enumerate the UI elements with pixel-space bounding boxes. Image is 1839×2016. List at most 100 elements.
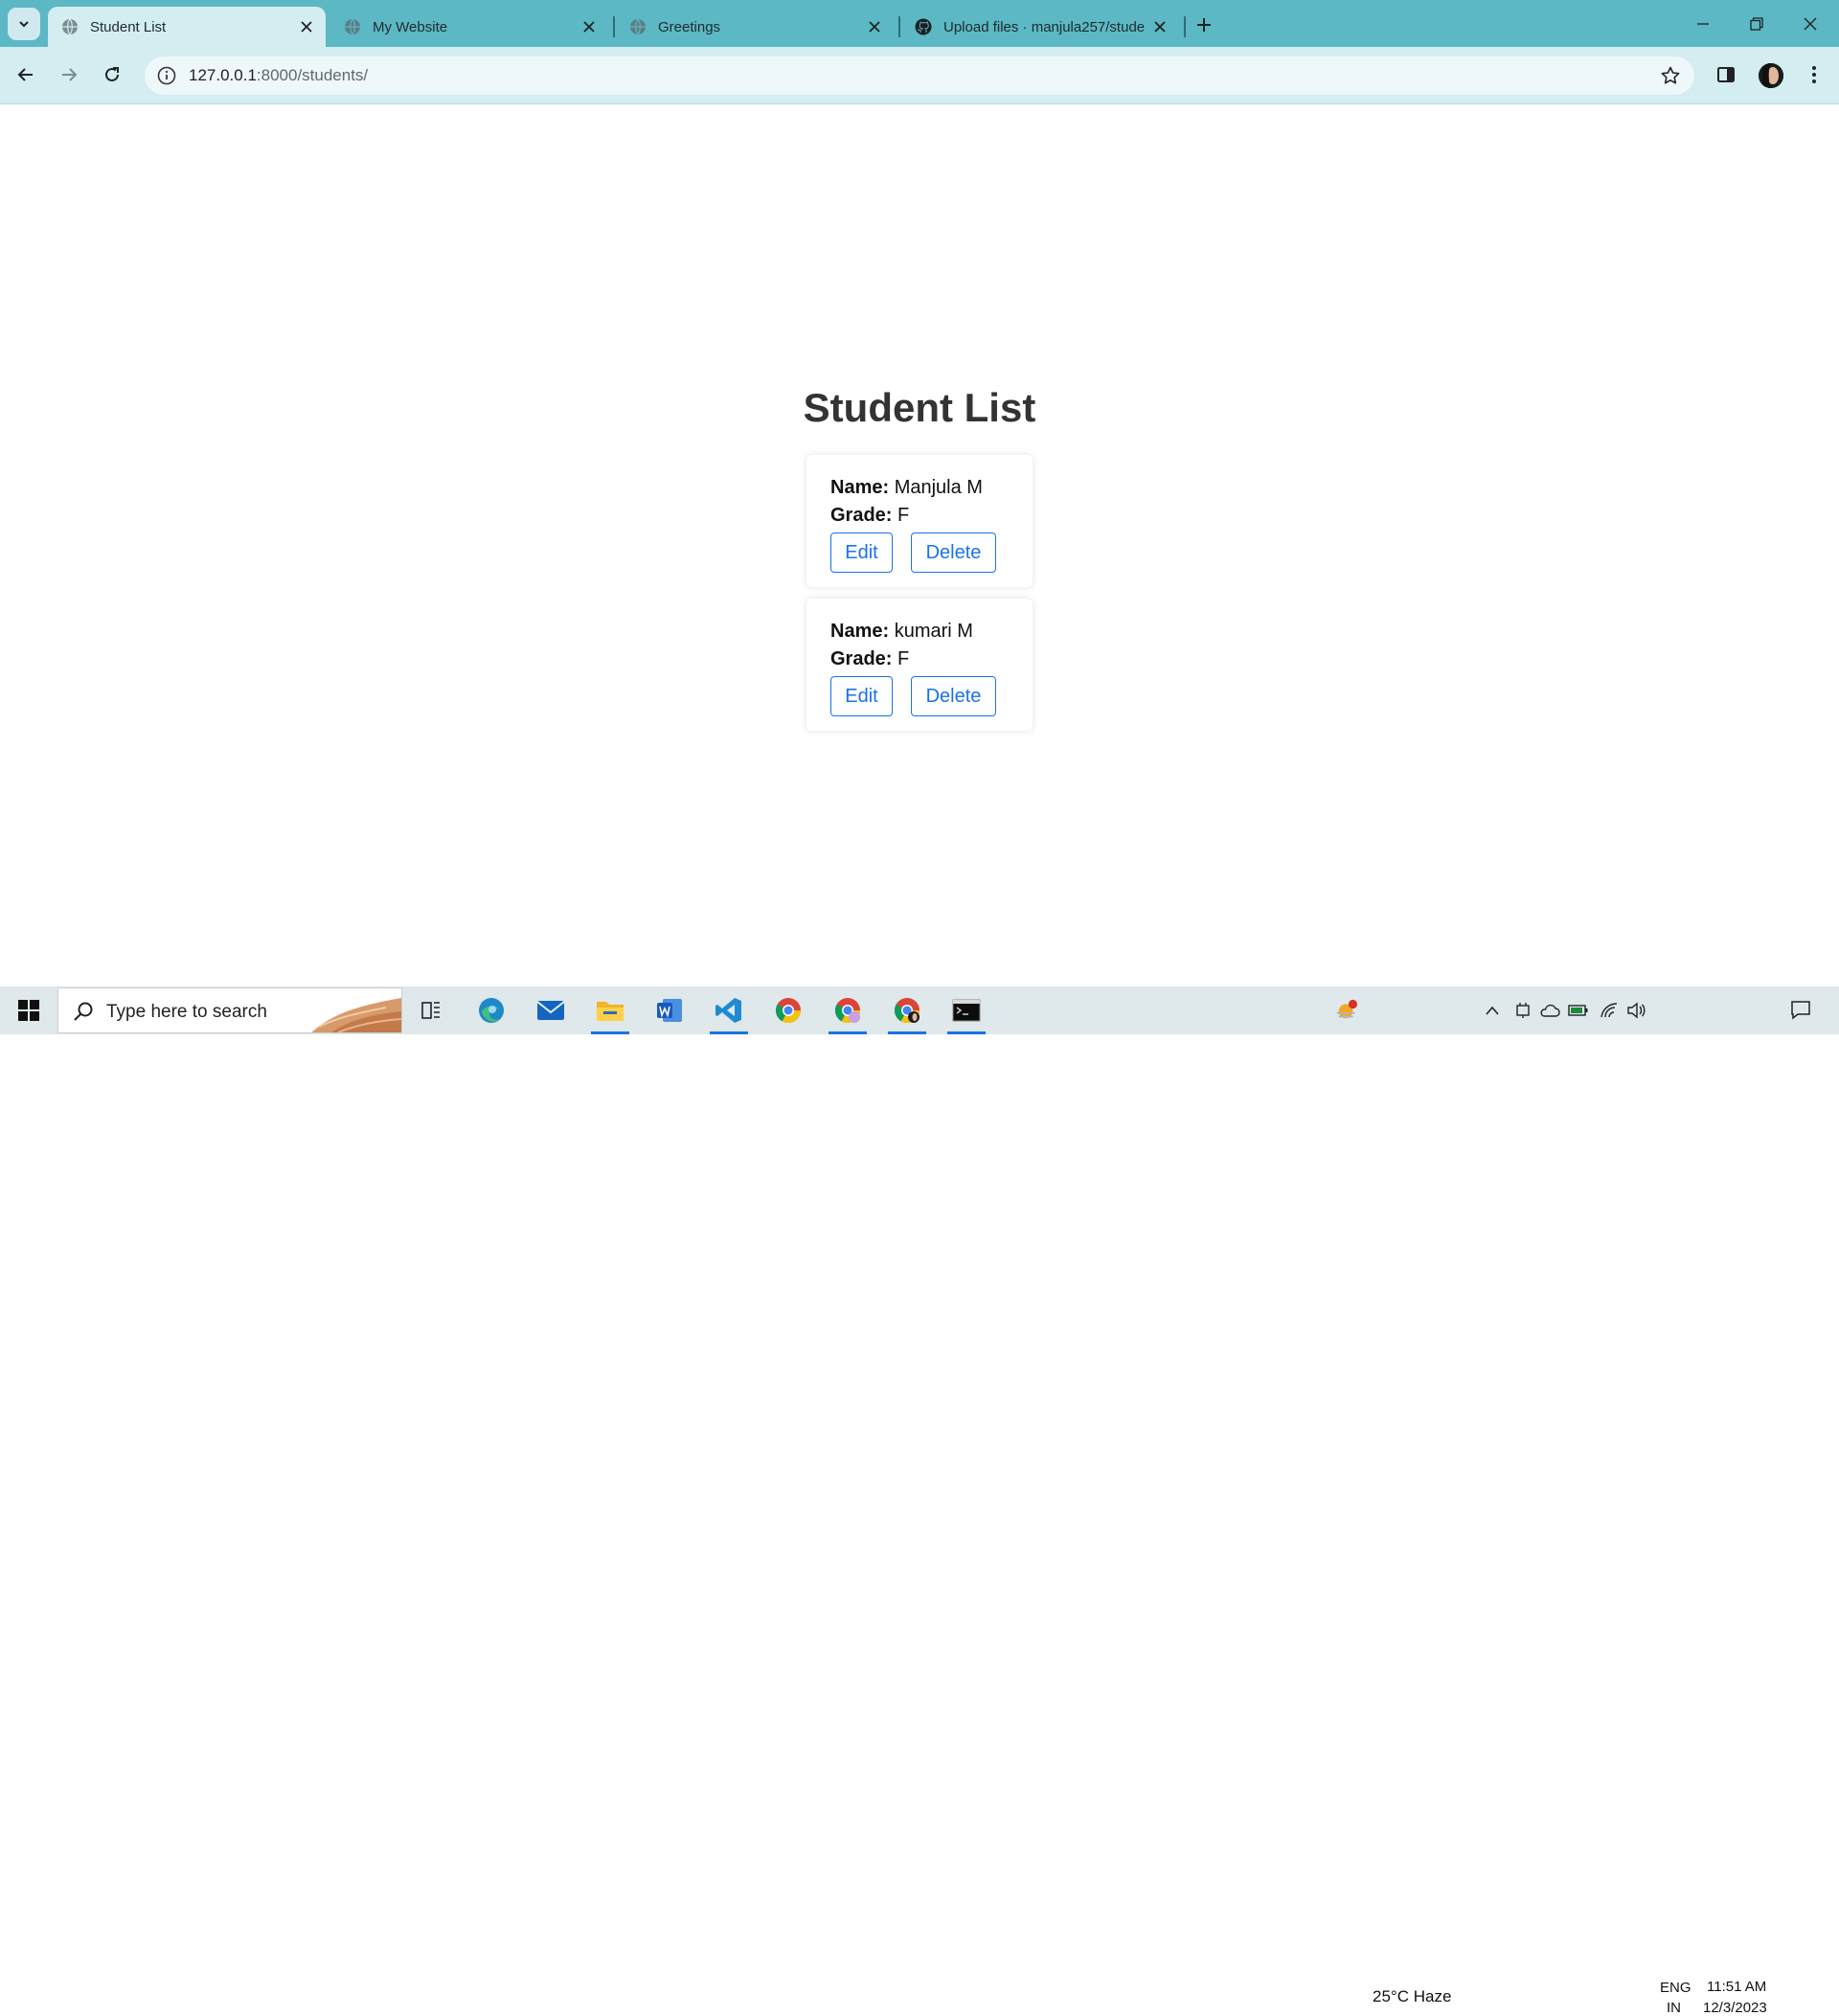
- profile-avatar[interactable]: [1759, 63, 1783, 88]
- kebab-menu-icon: [1812, 66, 1816, 83]
- globe-icon: [345, 18, 360, 35]
- close-icon: [1804, 17, 1817, 30]
- taskbar-chrome-profile[interactable]: [821, 986, 874, 1034]
- side-panel-button[interactable]: [1714, 63, 1737, 86]
- minimize-icon: [1697, 22, 1709, 25]
- close-tab-icon[interactable]: [863, 15, 886, 38]
- taskbar-word[interactable]: [643, 986, 696, 1034]
- tab-greetings[interactable]: Greetings: [616, 7, 894, 47]
- show-hidden-icons-button[interactable]: [1481, 999, 1504, 1022]
- page-content: Student List Name: Manjula M Grade: F Ed…: [0, 104, 1839, 986]
- taskbar-search[interactable]: Type here to search: [57, 987, 402, 1033]
- address-bar[interactable]: 127.0.0.1:8000/students/: [145, 57, 1694, 95]
- battery-button[interactable]: [1567, 999, 1590, 1022]
- forward-button[interactable]: [53, 58, 85, 91]
- student-name-line: Name: Manjula M: [830, 477, 983, 499]
- name-label: Name:: [830, 477, 890, 498]
- volume-button[interactable]: [1624, 999, 1647, 1022]
- tray-device-icon[interactable]: [1511, 999, 1534, 1022]
- avatar-icon: [1759, 63, 1783, 88]
- url-path: :8000/students/: [256, 66, 369, 84]
- close-tab-icon[interactable]: [295, 15, 318, 38]
- language-top[interactable]: ENG: [1660, 1980, 1691, 1996]
- tab-title: Greetings: [658, 18, 721, 35]
- battery-icon: [1568, 1005, 1588, 1016]
- edit-button[interactable]: Edit: [830, 676, 893, 716]
- notifications-button[interactable]: [1789, 999, 1812, 1022]
- student-grade: F: [897, 648, 910, 669]
- taskbar: Type here to search 1 25°C Haze ENG IN 1…: [0, 986, 1839, 2016]
- minimize-button[interactable]: [1676, 0, 1730, 47]
- weather-widget-icon[interactable]: [1335, 999, 1358, 1022]
- delete-button[interactable]: Delete: [911, 676, 996, 716]
- page-title: Student List: [803, 385, 1036, 430]
- word-icon: [657, 999, 682, 1022]
- taskbar-chrome[interactable]: [761, 986, 815, 1034]
- start-button[interactable]: [0, 986, 57, 1034]
- onedrive-button[interactable]: [1538, 999, 1561, 1022]
- globe-icon: [62, 18, 78, 35]
- weather-haze-icon: [1336, 999, 1358, 1019]
- new-tab-button[interactable]: [1192, 12, 1216, 37]
- student-card: Name: kumari M Grade: F Edit Delete: [806, 599, 1033, 731]
- search-placeholder: Type here to search: [106, 1002, 267, 1022]
- globe-icon: [630, 18, 646, 35]
- student-name: Manjula M: [894, 477, 983, 498]
- close-window-button[interactable]: [1783, 0, 1837, 47]
- taskbar-vscode[interactable]: [702, 986, 756, 1034]
- cloud-icon: [1540, 1004, 1560, 1017]
- vscode-icon: [715, 998, 741, 1023]
- language-bottom[interactable]: IN: [1667, 2000, 1681, 2016]
- grade-label: Grade:: [830, 505, 893, 526]
- taskbar-chrome-profile-2[interactable]: [880, 986, 934, 1034]
- taskbar-terminal[interactable]: [940, 986, 993, 1034]
- tab-title: Student List: [90, 18, 167, 35]
- weather-badge: 1: [1354, 1976, 1361, 1987]
- chrome-icon: [775, 998, 802, 1024]
- menu-button[interactable]: [1803, 63, 1826, 86]
- weather-text[interactable]: 25°C Haze: [1373, 1987, 1451, 2006]
- clock-date[interactable]: 12/3/2023: [1703, 2000, 1767, 2016]
- browser-toolbar: 127.0.0.1:8000/students/: [0, 47, 1839, 104]
- reload-button[interactable]: [96, 58, 128, 91]
- mail-icon: [536, 1001, 565, 1020]
- device-icon: [1516, 1003, 1530, 1018]
- edit-button[interactable]: Edit: [830, 532, 893, 573]
- windows-logo-icon: [18, 1000, 39, 1021]
- close-tab-icon[interactable]: [578, 15, 601, 38]
- tab-search-button[interactable]: [8, 8, 40, 40]
- tab-my-website[interactable]: My Website: [330, 7, 608, 47]
- taskbar-edge[interactable]: [465, 986, 518, 1034]
- student-name: kumari M: [894, 621, 973, 642]
- taskbar-file-explorer[interactable]: [583, 986, 637, 1034]
- network-button[interactable]: [1598, 999, 1621, 1022]
- grade-label: Grade:: [830, 648, 893, 669]
- tab-upload-files[interactable]: Upload files · manjula257/stude: [901, 7, 1179, 47]
- back-button[interactable]: [10, 58, 42, 91]
- tab-separator: [898, 16, 900, 37]
- chrome-icon: [894, 998, 920, 1024]
- restore-button[interactable]: [1730, 0, 1783, 47]
- chrome-icon: [834, 998, 861, 1024]
- info-icon[interactable]: [156, 65, 177, 86]
- taskbar-mail[interactable]: [524, 986, 578, 1034]
- chevron-down-icon: [19, 21, 29, 28]
- student-grade-line: Grade: F: [830, 648, 909, 670]
- clock-time[interactable]: 11:51 AM: [1707, 1979, 1766, 1995]
- tab-title: My Website: [373, 18, 448, 35]
- notification-icon: [1791, 1001, 1810, 1020]
- close-tab-icon[interactable]: [1148, 15, 1171, 38]
- plus-icon: [1197, 18, 1211, 32]
- student-name-line: Name: kumari M: [830, 621, 973, 643]
- wifi-icon: [1601, 1003, 1618, 1018]
- url-text: 127.0.0.1:8000/students/: [189, 66, 368, 85]
- star-icon[interactable]: [1660, 65, 1681, 86]
- tab-student-list[interactable]: Student List: [48, 7, 326, 47]
- student-grade-line: Grade: F: [830, 505, 909, 527]
- tab-separator: [613, 16, 615, 37]
- tab-strip: Student List My Website Greetings Upload…: [0, 0, 1839, 47]
- task-view-button[interactable]: [404, 986, 458, 1034]
- student-grade: F: [897, 505, 910, 526]
- delete-button[interactable]: Delete: [911, 532, 996, 573]
- edge-icon: [479, 998, 504, 1023]
